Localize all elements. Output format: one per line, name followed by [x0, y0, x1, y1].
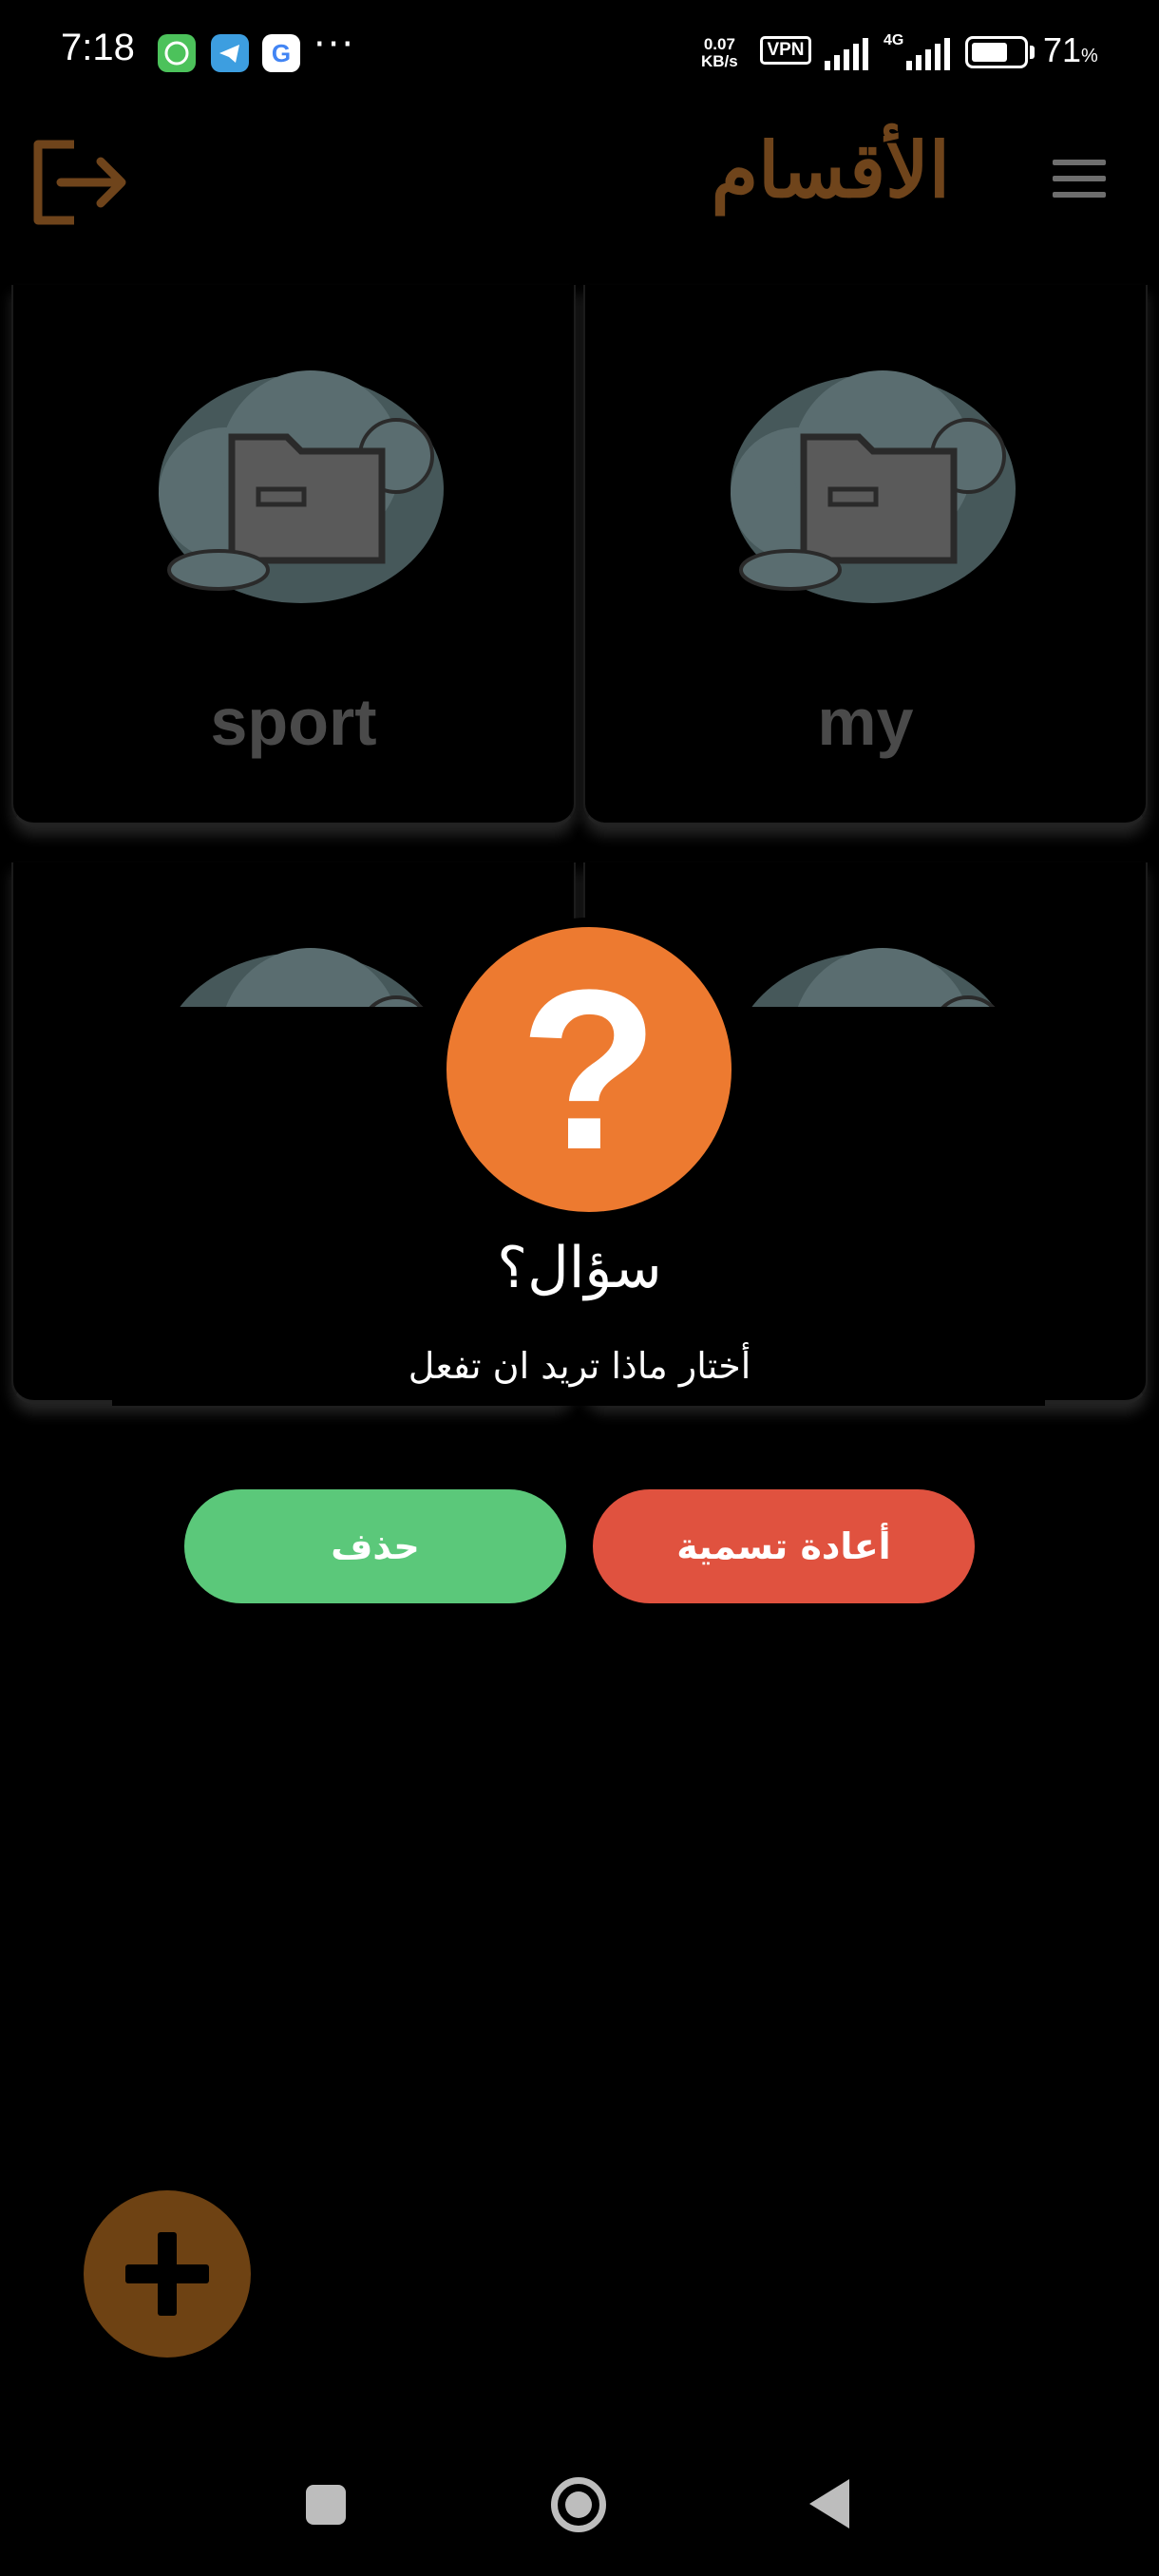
- delete-button[interactable]: حذف: [184, 1489, 566, 1603]
- category-label: sport: [210, 685, 377, 759]
- menu-icon[interactable]: [1053, 160, 1106, 201]
- recents-button[interactable]: [306, 2485, 346, 2525]
- battery-percent: 71%: [1043, 30, 1098, 69]
- google-icon: G: [262, 34, 300, 72]
- network-speed: 0.07 KB/s: [701, 35, 738, 70]
- folder-cloud-icon: [731, 370, 1016, 603]
- svg-text:G: G: [272, 39, 291, 67]
- vpn-badge: VPN: [760, 36, 811, 65]
- battery-level: [972, 43, 1007, 62]
- telegram-icon: [211, 34, 249, 72]
- page-title: الأقسام: [711, 125, 950, 215]
- status-time: 7:18: [61, 27, 135, 68]
- logout-icon[interactable]: [28, 131, 131, 234]
- status-bar: 7:18 G ··· 0.07 KB/s VPN 4G 71%: [0, 0, 1159, 104]
- add-category-button[interactable]: [84, 2190, 251, 2358]
- back-button[interactable]: [809, 2479, 849, 2529]
- category-card[interactable]: sport: [11, 285, 576, 826]
- battery-icon: [965, 36, 1028, 68]
- network-type: 4G: [884, 32, 904, 48]
- app-bar: الأقسام: [0, 114, 1159, 247]
- dialog-title: سؤال؟: [497, 1235, 662, 1301]
- signal-4g-icon: [906, 38, 950, 70]
- category-card[interactable]: my: [583, 285, 1148, 826]
- question-icon: ?: [437, 918, 741, 1222]
- signal-icon: [825, 38, 868, 70]
- rename-button[interactable]: أعادة تسمية: [593, 1489, 975, 1603]
- more-notifications-icon: ···: [314, 23, 356, 66]
- folder-cloud-icon: [159, 370, 444, 603]
- dialog-message: أختار ماذا تريد ان تفعل: [408, 1345, 751, 1387]
- plus-icon-vertical: [158, 2232, 177, 2316]
- whatsapp-icon: [158, 34, 196, 72]
- category-label: my: [817, 685, 914, 759]
- battery-tip: [1030, 46, 1035, 59]
- home-button-dot: [565, 2491, 592, 2518]
